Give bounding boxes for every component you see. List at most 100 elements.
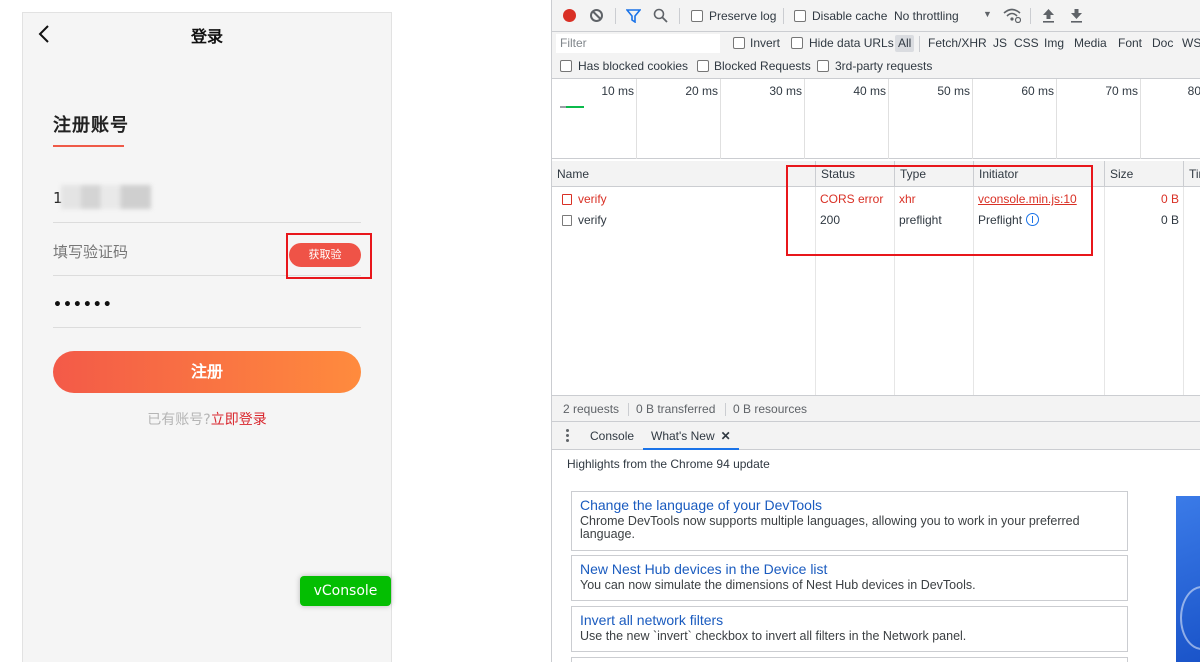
filter-bar: Filter Invert Hide data URLs All Fetch/X… bbox=[552, 32, 1200, 55]
tab-whats-new-label: What's New bbox=[651, 429, 715, 443]
filter-input[interactable]: Filter bbox=[556, 34, 720, 53]
timeline-overview[interactable]: 10 ms 20 ms 30 ms 40 ms 50 ms 60 ms 70 m… bbox=[552, 79, 1200, 159]
mobile-page: 登录 注册账号 1 填写验证码 获取验 •••••• 注册 已有账号?立即登录 … bbox=[22, 12, 392, 662]
status-divider bbox=[628, 403, 629, 416]
hide-data-urls-checkbox[interactable] bbox=[791, 37, 803, 49]
section-title: 注册账号 bbox=[53, 115, 129, 136]
invert-checkbox[interactable] bbox=[733, 37, 745, 49]
timeline-tick-label: 30 ms bbox=[769, 84, 802, 98]
phone-number-blur bbox=[61, 185, 151, 209]
upload-icon[interactable] bbox=[1042, 8, 1055, 23]
third-party-checkbox[interactable] bbox=[817, 60, 829, 72]
timeline-tick-label: 40 ms bbox=[853, 84, 886, 98]
transferred-size: 0 B transferred bbox=[636, 402, 716, 416]
document-icon bbox=[562, 194, 572, 205]
download-icon[interactable] bbox=[1070, 8, 1083, 23]
wifi-icon[interactable] bbox=[1003, 7, 1021, 23]
preserve-log-checkbox[interactable] bbox=[691, 10, 703, 22]
hide-data-urls-label: Hide data URLs bbox=[809, 36, 894, 50]
type-filter-all[interactable]: All bbox=[895, 35, 915, 52]
whats-new-card[interactable]: New Nest Hub devices in the Device list … bbox=[571, 555, 1128, 601]
close-icon[interactable]: ✕ bbox=[721, 429, 731, 443]
type-filter-ws[interactable]: WS bbox=[1179, 35, 1200, 52]
timeline-tick-label: 80 bbox=[1187, 84, 1200, 98]
login-now-link[interactable]: 立即登录 bbox=[211, 412, 267, 428]
column-header-initiator[interactable]: Initiator bbox=[973, 161, 1018, 187]
timeline-tick-label: 50 ms bbox=[937, 84, 970, 98]
has-blocked-cookies-checkbox[interactable] bbox=[560, 60, 572, 72]
request-name: verify bbox=[578, 192, 607, 206]
request-table: verify CORS error xhr vconsole.min.js:10… bbox=[552, 187, 1200, 395]
status-divider bbox=[725, 403, 726, 416]
table-row[interactable]: verify 200 preflight Preflight 0 B bbox=[552, 210, 1200, 231]
network-toolbar: Preserve log Disable cache No throttling… bbox=[552, 0, 1200, 32]
card-description: Chrome DevTools now supports multiple la… bbox=[580, 514, 1080, 541]
tab-whats-new[interactable]: What's New ✕ bbox=[643, 422, 739, 450]
timeline-tick-label: 60 ms bbox=[1021, 84, 1054, 98]
type-filter-media[interactable]: Media bbox=[1071, 35, 1110, 52]
column-header-status[interactable]: Status bbox=[815, 161, 855, 187]
whats-new-promo-image bbox=[1176, 496, 1200, 662]
timeline-gridline bbox=[972, 79, 973, 159]
request-status: 200 bbox=[820, 213, 841, 227]
register-button[interactable]: 注册 bbox=[53, 351, 361, 393]
type-filter-font[interactable]: Font bbox=[1115, 35, 1145, 52]
chevron-down-icon: ▼ bbox=[983, 9, 992, 19]
type-filter-img[interactable]: Img bbox=[1041, 35, 1067, 52]
drawer-tabbar: Console What's New ✕ bbox=[552, 422, 1200, 450]
get-code-button[interactable]: 获取验 bbox=[289, 243, 361, 267]
request-name: verify bbox=[578, 213, 607, 227]
disable-cache-label: Disable cache bbox=[812, 9, 888, 23]
request-type: xhr bbox=[899, 192, 916, 206]
toolbar-divider bbox=[1030, 8, 1031, 24]
timeline-tick-label: 10 ms bbox=[601, 84, 634, 98]
toolbar-divider bbox=[919, 36, 920, 52]
request-status: CORS error bbox=[820, 192, 884, 206]
vconsole-button[interactable]: vConsole bbox=[300, 576, 391, 606]
whats-new-card[interactable]: Change the language of your DevTools Chr… bbox=[571, 491, 1128, 551]
timeline-gridline bbox=[720, 79, 721, 159]
blocked-requests-label: Blocked Requests bbox=[714, 59, 811, 73]
devtools-network-panel: Preserve log Disable cache No throttling… bbox=[551, 0, 1200, 662]
preserve-log-label: Preserve log bbox=[709, 9, 777, 23]
timeline-gridline bbox=[1056, 79, 1057, 159]
password-field[interactable]: •••••• bbox=[53, 285, 361, 328]
disable-cache-checkbox[interactable] bbox=[794, 10, 806, 22]
card-title: Invert all network filters bbox=[580, 612, 724, 628]
timeline-gridline bbox=[888, 79, 889, 159]
toolbar-divider bbox=[679, 8, 680, 24]
request-table-header: Name Status Type Initiator Size Tir bbox=[552, 161, 1200, 187]
column-header-type[interactable]: Type bbox=[894, 161, 926, 187]
column-header-name[interactable]: Name bbox=[552, 161, 589, 187]
type-filter-fetch-xhr[interactable]: Fetch/XHR bbox=[925, 35, 990, 52]
column-header-time[interactable]: Tir bbox=[1183, 161, 1200, 187]
toolbar-divider bbox=[783, 8, 784, 24]
throttling-select[interactable]: No throttling bbox=[894, 9, 959, 23]
filter-icon[interactable] bbox=[626, 9, 641, 23]
preflight-icon[interactable] bbox=[1026, 213, 1040, 226]
card-title: New Nest Hub devices in the Device list bbox=[580, 561, 828, 577]
kebab-icon[interactable] bbox=[566, 429, 570, 444]
table-row[interactable]: verify CORS error xhr vconsole.min.js:10… bbox=[552, 189, 1200, 210]
tab-console[interactable]: Console bbox=[590, 422, 634, 450]
third-party-label: 3rd-party requests bbox=[835, 59, 933, 73]
blocked-requests-checkbox[interactable] bbox=[697, 60, 709, 72]
whats-new-card[interactable]: Invert all network filters Use the new `… bbox=[571, 606, 1128, 652]
have-account-text: 已有账号? bbox=[147, 412, 211, 428]
request-type: preflight bbox=[899, 213, 942, 227]
type-filter-doc[interactable]: Doc bbox=[1149, 35, 1176, 52]
record-icon[interactable] bbox=[563, 9, 576, 22]
search-icon[interactable] bbox=[653, 8, 668, 23]
card-description: You can now simulate the dimensions of N… bbox=[580, 578, 976, 592]
card-title: Change the language of your DevTools bbox=[580, 497, 823, 513]
card-description: Use the new `invert` checkbox to invert … bbox=[580, 629, 967, 643]
type-filter-css[interactable]: CSS bbox=[1011, 35, 1042, 52]
type-filter-js[interactable]: JS bbox=[990, 35, 1010, 52]
request-filter-bar: Has blocked cookies Blocked Requests 3rd… bbox=[552, 55, 1200, 79]
request-initiator-link[interactable]: vconsole.min.js:10 bbox=[978, 189, 1077, 210]
whats-new-card[interactable] bbox=[571, 657, 1128, 662]
column-header-size[interactable]: Size bbox=[1104, 161, 1133, 187]
document-icon bbox=[562, 215, 572, 226]
clear-icon[interactable] bbox=[590, 9, 603, 22]
phone-number-field[interactable]: 1 bbox=[53, 181, 361, 223]
